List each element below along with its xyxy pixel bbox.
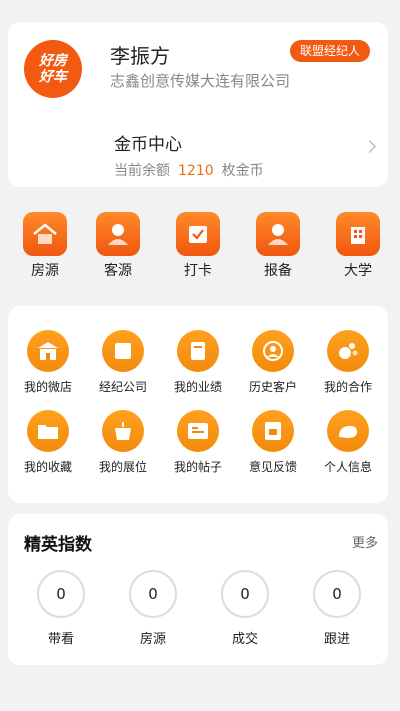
quick-nav-checkin[interactable]: 打卡 — [166, 212, 230, 280]
quick-nav-client[interactable]: 客源 — [86, 212, 150, 280]
balance-line: 当前余额 1210 枚金币 — [114, 160, 264, 180]
grid-item-cooperation[interactable]: 我的合作 — [312, 330, 384, 395]
stat-value: 0 — [313, 570, 361, 618]
stat-label: 成交 — [231, 632, 258, 647]
balance-value: 1210 — [178, 163, 214, 179]
profile-icon — [327, 410, 369, 452]
quick-nav-report[interactable]: 报备 — [246, 212, 310, 280]
grid-item-label: 我的微店 — [23, 380, 72, 394]
quick-nav-university[interactable]: 大学 — [326, 212, 390, 280]
check-in-icon — [176, 212, 220, 256]
grid-item-booth[interactable]: 我的展位 — [87, 410, 159, 475]
quick-nav-label: 房源 — [31, 263, 59, 279]
company-icon — [102, 330, 144, 372]
app-logo: 好房 好车 — [24, 40, 82, 98]
chevron-right-icon[interactable] — [363, 140, 376, 153]
grid-item-label: 个人信息 — [323, 460, 372, 474]
cooperation-icon — [327, 330, 369, 372]
stat-deals[interactable]: 0 成交 — [213, 570, 277, 647]
balance-label: 当前余额 — [114, 163, 170, 179]
report-person-icon — [256, 212, 300, 256]
profile-card: 好房 好车 李振方 志鑫创意传媒大连有限公司 联盟经纪人 金币中心 当前余额 12… — [8, 22, 388, 187]
folder-icon — [27, 410, 69, 452]
quick-nav-label: 报备 — [264, 263, 292, 279]
stat-listings[interactable]: 0 房源 — [121, 570, 185, 647]
stat-viewing[interactable]: 0 带看 — [29, 570, 93, 647]
grid-item-company[interactable]: 经纪公司 — [87, 330, 159, 395]
stat-label: 跟进 — [323, 632, 350, 647]
grid-item-label: 意见反馈 — [248, 460, 297, 474]
user-name: 李振方 — [110, 44, 170, 68]
function-grid: 我的微店 经纪公司 我的业绩 历史客户 我的合作 我的收藏 我的展位 我的帖子 … — [8, 306, 388, 503]
grid-item-label: 我的展位 — [98, 460, 147, 474]
quick-nav-label: 客源 — [104, 263, 132, 279]
coin-center-title[interactable]: 金币中心 — [114, 130, 182, 155]
stat-label: 房源 — [139, 632, 166, 647]
building-icon — [336, 212, 380, 256]
grid-item-label: 我的帖子 — [173, 460, 222, 474]
stat-value: 0 — [37, 570, 85, 618]
company-name: 志鑫创意传媒大连有限公司 — [110, 72, 291, 90]
quick-nav-house[interactable]: 房源 — [13, 212, 77, 280]
post-icon — [177, 410, 219, 452]
stat-value: 0 — [129, 570, 177, 618]
performance-icon — [177, 330, 219, 372]
grid-item-favorites[interactable]: 我的收藏 — [12, 410, 84, 475]
house-icon — [23, 212, 67, 256]
logo-line-2: 好车 — [39, 69, 67, 85]
grid-item-label: 我的业绩 — [173, 380, 222, 394]
grid-item-label: 我的合作 — [323, 380, 372, 394]
grid-item-personal-info[interactable]: 个人信息 — [312, 410, 384, 475]
history-client-icon — [252, 330, 294, 372]
grid-item-performance[interactable]: 我的业绩 — [162, 330, 234, 395]
grid-item-label: 我的收藏 — [23, 460, 72, 474]
quick-nav-label: 打卡 — [184, 263, 212, 279]
grid-item-label: 历史客户 — [248, 380, 297, 394]
grid-item-posts[interactable]: 我的帖子 — [162, 410, 234, 475]
stat-follow-up[interactable]: 0 跟进 — [305, 570, 369, 647]
stat-label: 带看 — [47, 632, 74, 647]
booth-icon — [102, 410, 144, 452]
grid-item-label: 经纪公司 — [98, 380, 147, 394]
more-link[interactable]: 更多 — [352, 532, 378, 551]
grid-item-feedback[interactable]: 意见反馈 — [237, 410, 309, 475]
quick-nav-label: 大学 — [344, 263, 372, 279]
grid-item-history-clients[interactable]: 历史客户 — [237, 330, 309, 395]
elite-index-title: 精英指数 — [24, 535, 92, 555]
elite-index-card: 精英指数 更多 0 带看 0 房源 0 成交 0 跟进 — [8, 514, 388, 665]
shop-icon — [27, 330, 69, 372]
logo-line-1: 好房 — [39, 53, 67, 69]
grid-item-my-shop[interactable]: 我的微店 — [12, 330, 84, 395]
feedback-icon — [252, 410, 294, 452]
stat-value: 0 — [221, 570, 269, 618]
agent-badge[interactable]: 联盟经纪人 — [289, 40, 370, 62]
person-icon — [96, 212, 140, 256]
balance-unit: 枚金币 — [221, 163, 264, 179]
